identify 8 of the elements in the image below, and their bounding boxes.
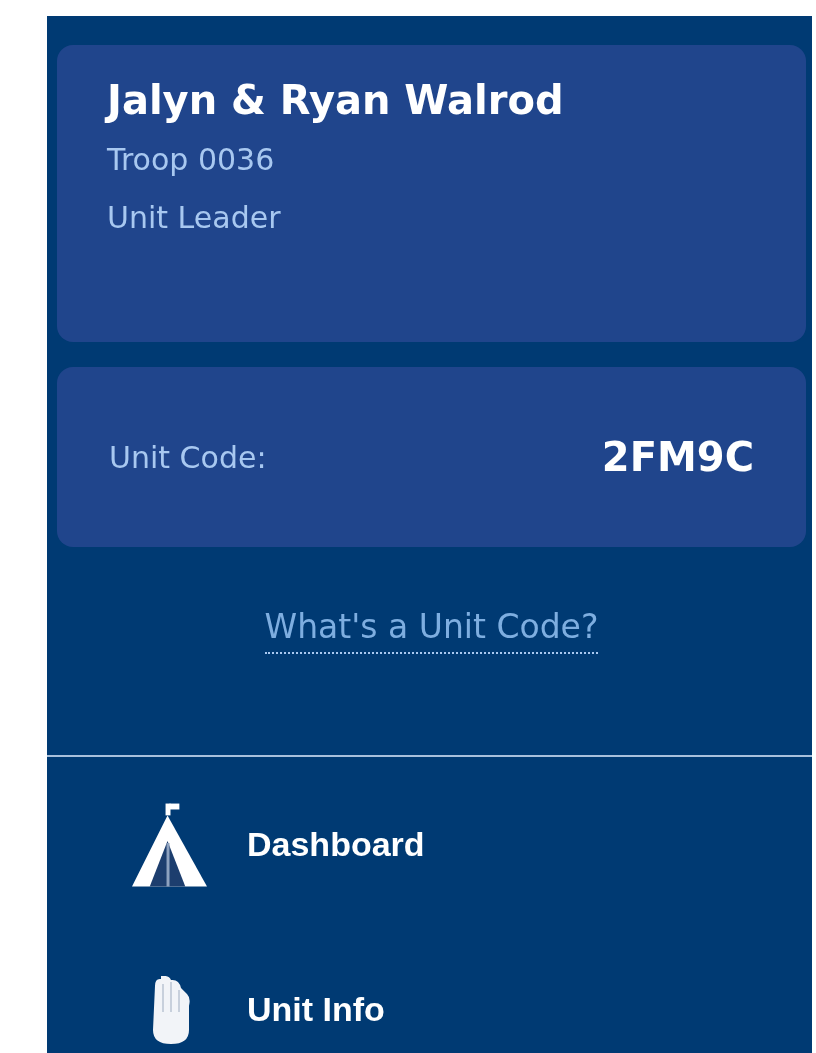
unit-code-value: 2FM9C — [601, 434, 754, 480]
unit-code-help-link[interactable]: What's a Unit Code? — [264, 607, 599, 654]
unit-name: Troop 0036 — [107, 141, 276, 179]
nav-item[interactable]: Dashboard — [57, 762, 806, 927]
user-role: Unit Leader — [107, 199, 282, 237]
nav-item[interactable]: Unit Info — [57, 927, 806, 1053]
unit-code-label: Unit Code: — [109, 439, 267, 475]
tent-icon — [132, 802, 207, 887]
